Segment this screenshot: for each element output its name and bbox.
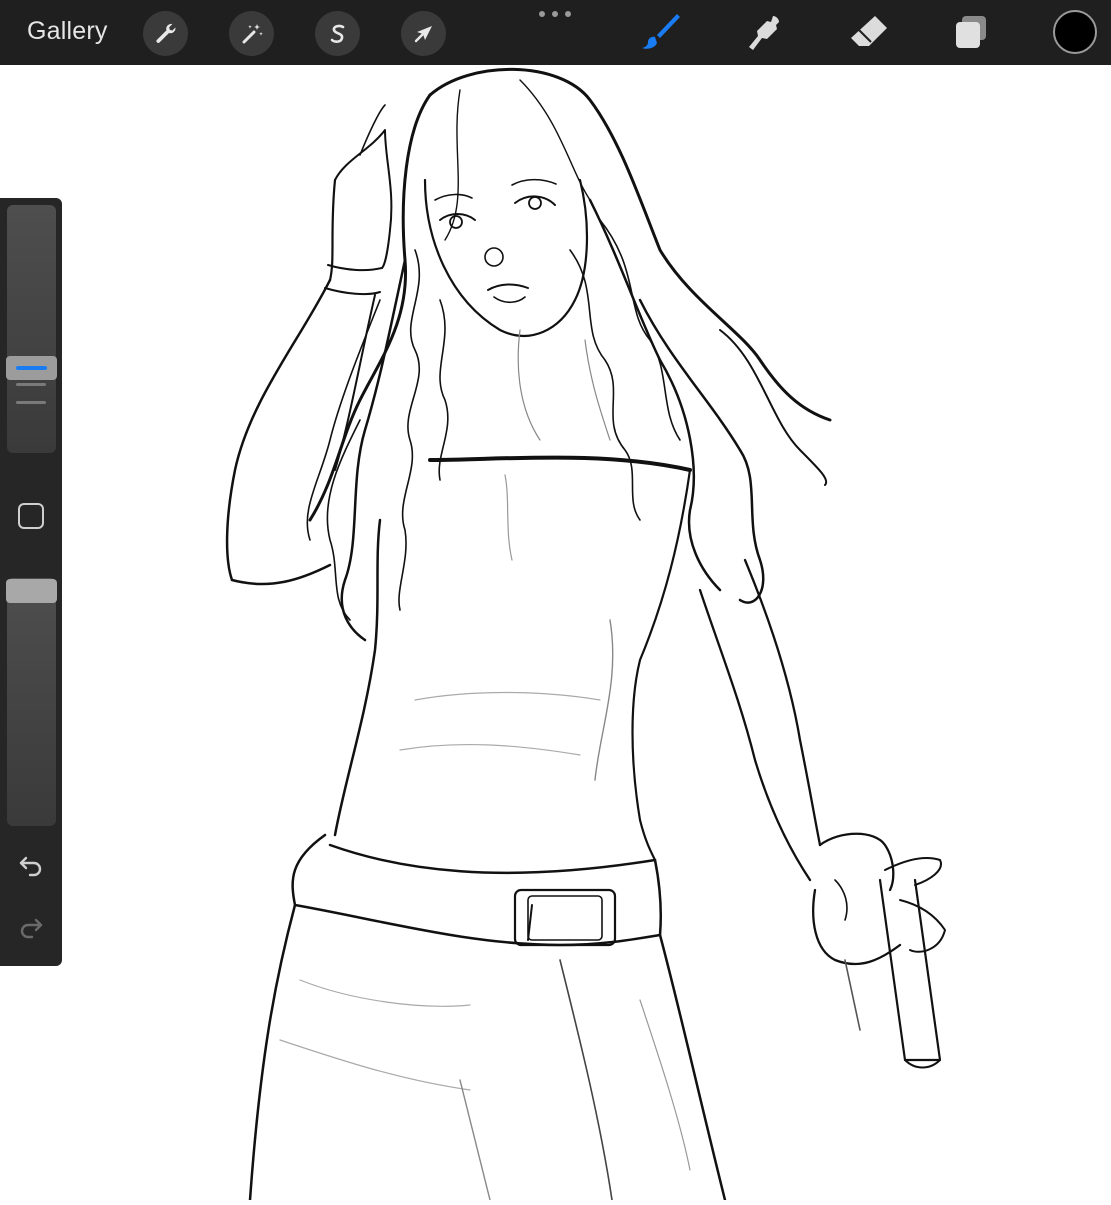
wrench-icon[interactable] — [143, 11, 188, 56]
drawing-canvas[interactable] — [0, 65, 1111, 1202]
brush-size-thumb[interactable] — [6, 356, 57, 380]
opacity-thumb[interactable] — [6, 579, 57, 603]
magic-wand-icon[interactable] — [229, 11, 274, 56]
color-picker-swatch[interactable] — [1053, 10, 1097, 54]
more-options-icon[interactable] — [537, 9, 573, 19]
redo-icon[interactable] — [17, 914, 45, 942]
gallery-button[interactable]: Gallery — [27, 17, 108, 46]
layers-icon[interactable] — [950, 10, 994, 54]
top-toolbar: Gallery — [0, 0, 1111, 65]
brush-sidebar — [0, 198, 62, 966]
sketch-artwork — [225, 67, 946, 1202]
eraser-icon[interactable] — [847, 10, 891, 54]
undo-icon[interactable] — [17, 852, 45, 880]
smudge-icon[interactable] — [743, 10, 787, 54]
modify-button[interactable] — [18, 503, 44, 529]
opacity-slider[interactable] — [7, 578, 56, 826]
brush-icon[interactable] — [638, 10, 682, 54]
transform-arrow-icon[interactable] — [401, 11, 446, 56]
size-tick — [16, 383, 46, 386]
size-indicator-line — [16, 366, 47, 370]
brush-size-slider[interactable] — [7, 205, 56, 453]
selection-s-icon[interactable] — [315, 11, 360, 56]
size-tick — [16, 401, 46, 404]
